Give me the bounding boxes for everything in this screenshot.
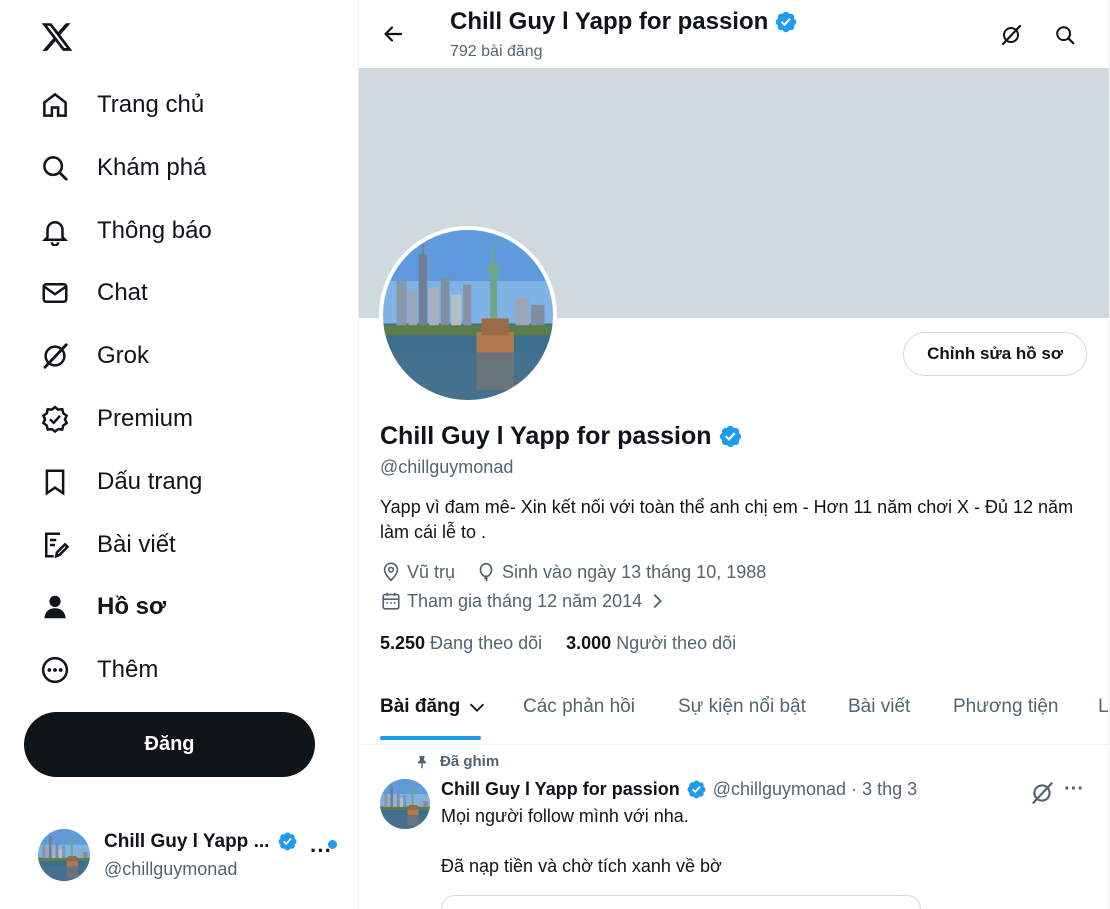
x-logo-icon[interactable] [40,20,74,54]
post-button[interactable]: Đăng [24,712,315,777]
nav-label: Grok [97,342,150,369]
tab-posts[interactable]: Bài đăng [380,696,488,718]
account-handle: @chillguymonad [104,858,238,879]
nav-label: Trang chủ [97,91,205,118]
grok-icon[interactable] [1029,780,1055,806]
nav-label: Thêm [97,656,159,683]
tweet-more-icon[interactable]: ··· [1064,778,1084,801]
nav-label: Thông báo [97,217,212,244]
verified-badge-icon [686,779,707,800]
article-icon [38,528,72,562]
tab-label: Bài đăng [380,696,461,717]
pinned-label: Đã ghim [440,753,500,770]
profile-birthday: Sinh vào ngày 13 tháng 10, 1988 [502,561,767,582]
active-tab-indicator [380,736,481,740]
tab-articles[interactable]: Bài viết [848,696,910,718]
tweet-handle-time[interactable]: @chillguymonad · 3 thg 3 [713,779,917,800]
tab-media[interactable]: Phương tiện [953,696,1058,718]
tweet-text: Đã nạp tiền và chờ tích xanh về bờ [441,856,722,876]
tab-replies[interactable]: Các phản hồi [523,696,635,718]
account-switcher[interactable]: Chill Guy l Yapp ... @chillguymonad ··· [24,820,346,890]
nav-item-chat[interactable]: Chat [24,267,160,319]
search-icon[interactable] [1050,20,1080,50]
bookmark-icon [38,465,72,499]
bell-icon [38,214,72,248]
profile-icon [38,590,72,624]
nav-item-home[interactable]: Trang chủ [24,79,216,131]
calendar-icon [382,592,400,610]
tweet-media-card[interactable] [441,895,921,909]
more-circle-icon [38,653,72,687]
profile-name: Chill Guy l Yapp for passion [380,422,712,450]
notification-dot [328,840,337,849]
pin-icon [418,755,426,769]
following-link[interactable]: 5.250 Đang theo dõi [380,633,566,654]
tab-highlights[interactable]: Sự kiện nổi bật [678,696,806,718]
profile-column: Chill Guy l Yapp for passion 792 bài đăn… [358,0,1110,909]
joined-date[interactable]: Tham gia tháng 12 năm 2014 [380,590,673,612]
header-title: Chill Guy l Yapp for passion [450,8,769,35]
nav-item-articles[interactable]: Bài viết [24,519,188,571]
chevron-down-icon [470,703,485,712]
followers-label: Người theo dõi [616,633,737,653]
tweet-text: Mọi người follow mình với nha. [441,806,689,826]
followers-link[interactable]: 3.000 Người theo dõi [566,633,760,654]
nav-label: Chat [97,279,148,306]
premium-icon [38,402,72,436]
nav-item-bookmarks[interactable]: Dấu trang [24,456,214,508]
balloon-icon [479,562,493,582]
profile-bio: Yapp vì đam mê- Xin kết nối với toàn thể… [380,497,1074,542]
profile-location: Vũ trụ [407,561,456,582]
grok-icon [38,339,72,373]
profile-handle: @chillguymonad [380,457,514,477]
search-icon [38,151,72,185]
back-arrow-icon[interactable] [377,18,409,50]
nav-item-explore[interactable]: Khám phá [24,142,218,194]
mail-icon [38,276,72,310]
nav-item-more[interactable]: Thêm [24,644,170,696]
following-label: Đang theo dõi [430,633,543,653]
verified-badge-icon[interactable] [718,424,743,449]
nav-label: Khám phá [97,154,207,181]
avatar [38,829,90,881]
verified-badge-icon [277,831,298,852]
verified-badge-icon [774,10,798,34]
nav-item-premium[interactable]: Premium [24,393,205,445]
edit-profile-button[interactable]: Chỉnh sửa hồ sơ [903,332,1087,376]
nav-label: Premium [97,405,194,432]
profile-joined: Tham gia tháng 12 năm 2014 [407,590,643,611]
grok-icon[interactable] [996,20,1026,50]
sidebar: Trang chủ Khám phá Thông báo Chat Grok P… [0,0,358,909]
nav-label: Dấu trang [97,468,203,495]
profile-header-bar: Chill Guy l Yapp for passion 792 bài đăn… [359,0,1109,68]
following-count: 5.250 [380,633,426,653]
nav-item-profile[interactable]: Hồ sơ [24,581,178,633]
avatar[interactable] [380,779,430,829]
post-count: 792 bài đăng [450,43,543,60]
home-icon [38,88,72,122]
nav-item-grok[interactable]: Grok [24,330,161,382]
nav-label: Hồ sơ [97,593,167,620]
tweet-author-name[interactable]: Chill Guy l Yapp for passion [441,779,680,800]
tab-likes[interactable]: L [1098,696,1109,718]
account-name: Chill Guy l Yapp ... [104,830,270,852]
nav-label: Bài viết [97,531,176,558]
nav-item-notifications[interactable]: Thông báo [24,205,224,257]
chevron-right-icon [653,593,663,609]
followers-count: 3.000 [566,633,612,653]
profile-avatar[interactable] [379,226,557,404]
location-icon [383,562,399,582]
